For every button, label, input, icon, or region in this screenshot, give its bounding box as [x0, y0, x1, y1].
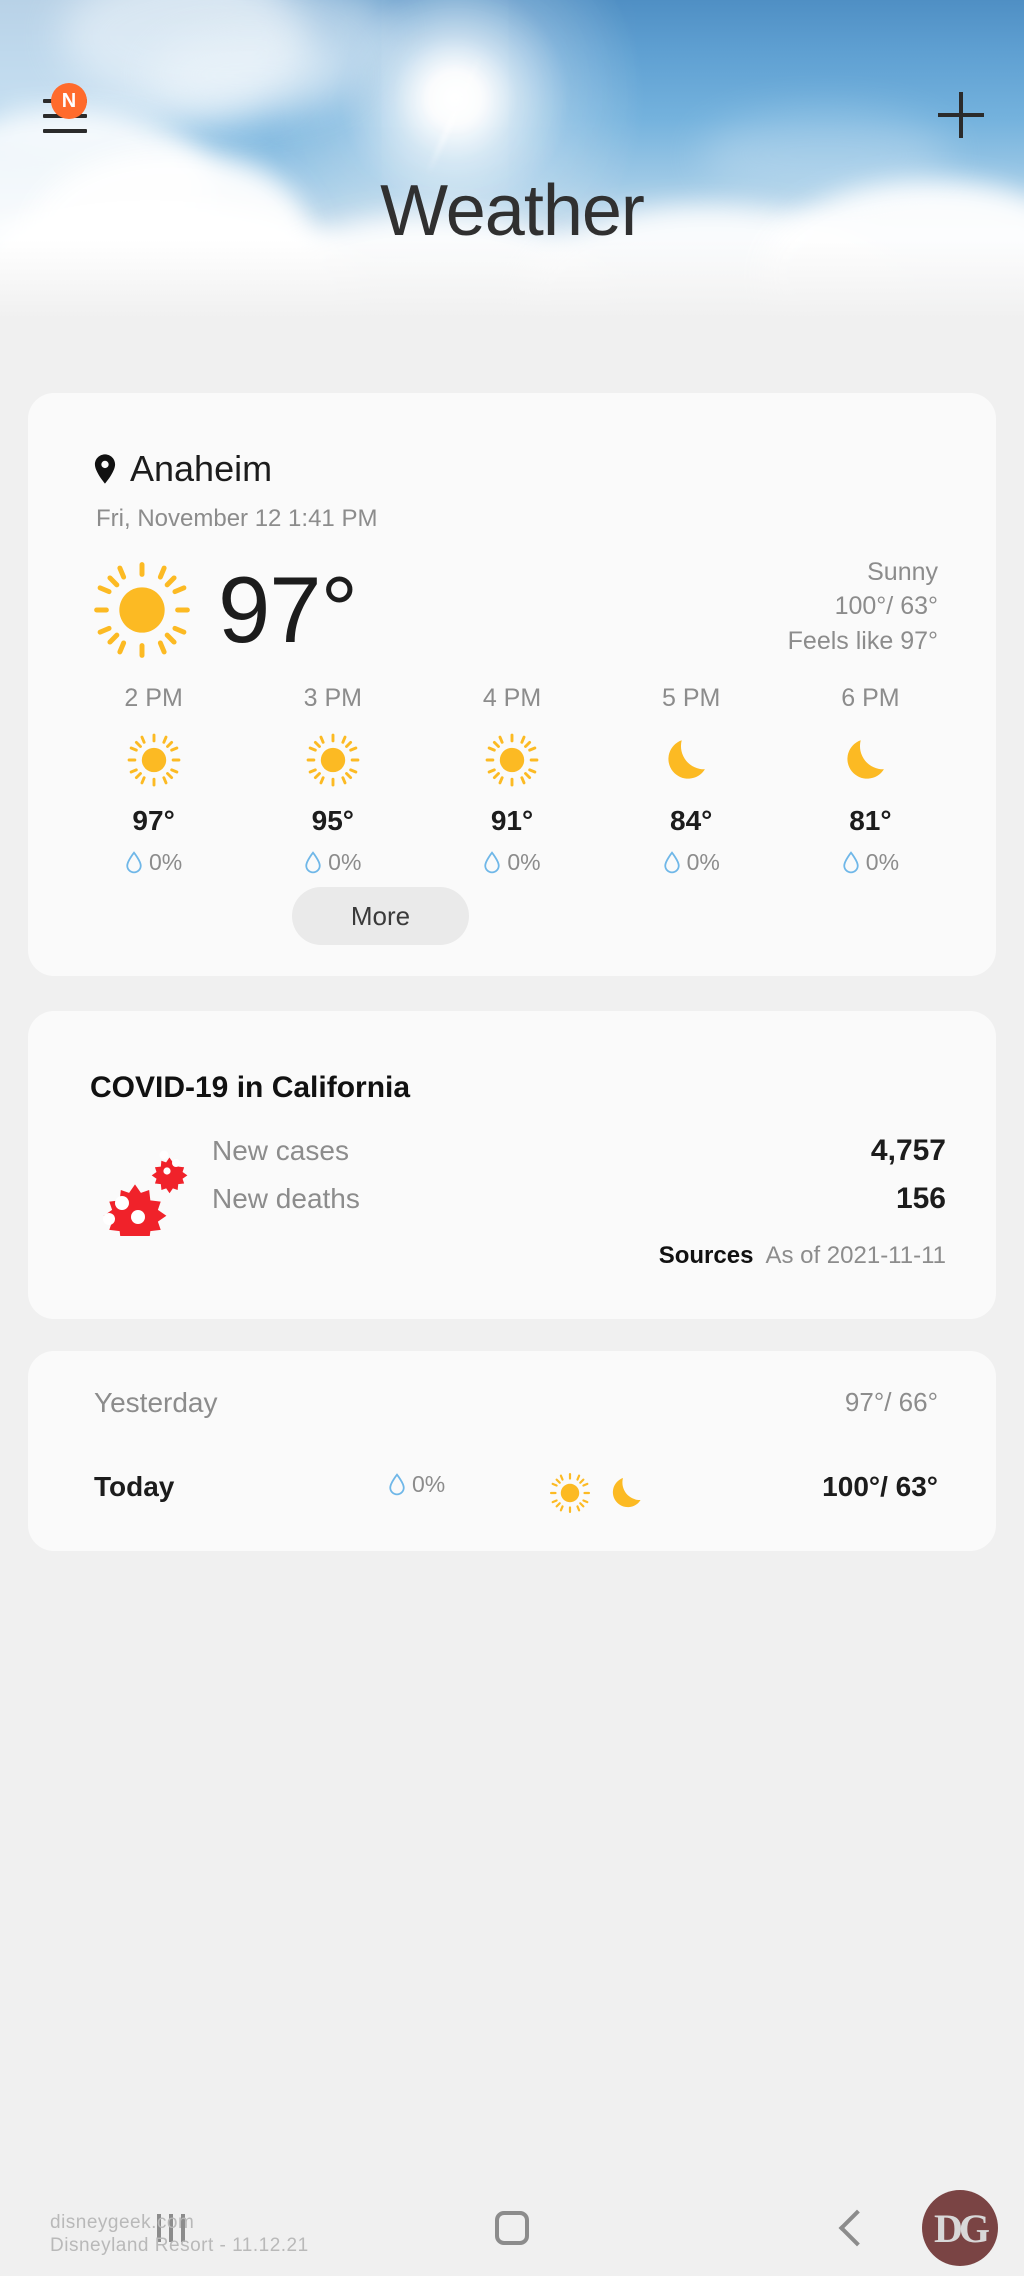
sun-icon: [306, 733, 360, 787]
daily-forecast-card[interactable]: Yesterday 97°/ 66° Today 0% 100°/ 63°: [28, 1351, 996, 1551]
hourly-weather-icon: [602, 729, 781, 791]
sun-icon: [94, 562, 190, 658]
menu-notification-badge: N: [51, 83, 87, 119]
feels-like-text: Feels like 97°: [787, 626, 938, 655]
daily-weather-icons: [548, 1471, 652, 1515]
cloud: [150, 30, 350, 120]
hourly-item[interactable]: 3 PM 95° 0%: [243, 684, 422, 876]
condition-text: Sunny: [867, 558, 938, 586]
watermark-logo: DG: [922, 2190, 998, 2266]
moon-icon: [668, 740, 706, 779]
daily-precipitation: 0%: [388, 1471, 445, 1498]
covid-stat-value: 4,757: [870, 1134, 946, 1167]
sun-flare: [455, 98, 457, 100]
hourly-weather-icon: [243, 729, 422, 791]
daily-forecast-row[interactable]: Yesterday 97°/ 66°: [28, 1387, 996, 1469]
covid-stat-row: New deaths 156: [212, 1182, 946, 1216]
hourly-item[interactable]: 2 PM 97° 0%: [64, 684, 243, 876]
covid-card[interactable]: COVID-19 in California New cases 4,757 New…: [28, 1011, 996, 1319]
hourly-weather-icon: [64, 729, 243, 791]
sun-icon: [549, 1472, 591, 1514]
hourly-precip-value: 0%: [507, 849, 541, 875]
covid-footer[interactable]: Sources As of 2021-11-11: [659, 1242, 946, 1270]
daily-day-label: Yesterday: [94, 1387, 218, 1418]
hourly-temperature: 95°: [311, 805, 354, 836]
daily-day-label: Today: [94, 1471, 175, 1502]
hourly-precipitation: 0%: [602, 849, 781, 876]
hourly-item[interactable]: 5 PM 84° 0%: [602, 684, 781, 876]
menu-bar: [43, 129, 87, 133]
current-conditions-block: Sunny 100°/ 63° Feels like 97°: [788, 555, 938, 658]
hourly-precipitation: 0%: [243, 849, 422, 876]
daily-forecast-row[interactable]: Today 0% 100°/ 63°: [28, 1471, 996, 1551]
hourly-precip-value: 0%: [686, 849, 720, 875]
covid-stat-label: New deaths: [212, 1183, 360, 1214]
hourly-time: 3 PM: [303, 684, 362, 712]
covid-stat-value: 156: [895, 1182, 946, 1215]
hourly-temperature: 81°: [849, 805, 892, 836]
home-icon: [494, 2211, 529, 2245]
covid-title: COVID-19 in California: [90, 1071, 411, 1104]
hero-fade-overlay: [0, 240, 1024, 330]
hourly-temperature: 91°: [490, 805, 534, 836]
water-drop-icon: [484, 851, 501, 874]
hourly-weather-icon: [781, 729, 960, 791]
high-low-temps: 100°/ 63°: [834, 592, 938, 621]
water-drop-icon: [389, 1473, 405, 1496]
daily-temps: 97°/ 66°: [844, 1387, 938, 1417]
more-button[interactable]: More: [292, 887, 469, 945]
covid-stat-row: New cases 4,757: [212, 1134, 946, 1168]
plus-icon[interactable]: [938, 92, 984, 138]
page-title: Weather: [380, 171, 645, 251]
back-icon: [838, 2209, 876, 2247]
hourly-item[interactable]: 6 PM 81° 0%: [781, 684, 960, 876]
watermark-line-2: Disneyland Resort - 11.12.21: [50, 2235, 309, 2257]
hourly-time: 2 PM: [124, 684, 183, 712]
watermark-line-1: disneygeek.com: [50, 2211, 195, 2233]
covid-as-of: As of 2021-11-11: [765, 1242, 946, 1269]
water-drop-icon: [663, 851, 680, 874]
hourly-precipitation: 0%: [422, 849, 601, 876]
moon-icon: [612, 1478, 641, 1508]
current-temperature: 97°: [218, 557, 358, 662]
sun-icon: [485, 733, 539, 787]
hourly-weather-icon: [422, 729, 601, 791]
location-name: Anaheim: [130, 448, 273, 489]
covid-stat-label: New cases: [212, 1135, 349, 1166]
current-datetime: Fri, November 12 1:41 PM: [96, 505, 378, 532]
covid-stats-list: New cases 4,757 New deaths 156: [212, 1134, 946, 1230]
home-button[interactable]: [341, 2180, 682, 2276]
sun-icon: [127, 733, 180, 787]
hourly-time: 5 PM: [662, 684, 721, 712]
current-temperature-row: 97°: [88, 556, 358, 664]
daily-precip-value: 0%: [412, 1471, 446, 1497]
hourly-precipitation: 0%: [64, 849, 243, 876]
location-pin-icon: [94, 454, 116, 484]
water-drop-icon: [126, 851, 142, 874]
sun-ray: [425, 54, 483, 176]
current-weather-card[interactable]: Anaheim Fri, November 12 1:41 PM 97° Sun…: [28, 393, 996, 976]
hourly-item[interactable]: 4 PM 91° 0%: [422, 684, 601, 876]
moon-icon: [847, 740, 885, 779]
water-drop-icon: [305, 851, 321, 874]
hourly-precip-value: 0%: [865, 849, 900, 875]
hourly-temperature: 84°: [670, 805, 713, 836]
hourly-temperature: 97°: [132, 805, 175, 836]
hourly-time: 4 PM: [482, 684, 542, 712]
hourly-precip-value: 0%: [328, 849, 362, 875]
hero-sky-banner: N Weather: [0, 0, 1024, 330]
hourly-forecast-list[interactable]: 2 PM 97° 0% 3 PM 95° 0% 4 PM 91° 0% 5 PM 84° 0% 6 PM…: [64, 684, 960, 876]
daily-temps: 100°/ 63°: [822, 1471, 938, 1502]
hourly-precipitation: 0%: [781, 849, 960, 876]
virus-icon: [103, 1150, 188, 1236]
hourly-precip-value: 0%: [148, 849, 183, 875]
water-drop-icon: [843, 851, 859, 874]
hourly-time: 6 PM: [841, 684, 900, 712]
location-row[interactable]: Anaheim: [94, 448, 272, 490]
watermark-text: disneygeek.com Disneyland Resort - 11.12…: [50, 2211, 309, 2259]
sources-link[interactable]: Sources: [659, 1242, 754, 1269]
